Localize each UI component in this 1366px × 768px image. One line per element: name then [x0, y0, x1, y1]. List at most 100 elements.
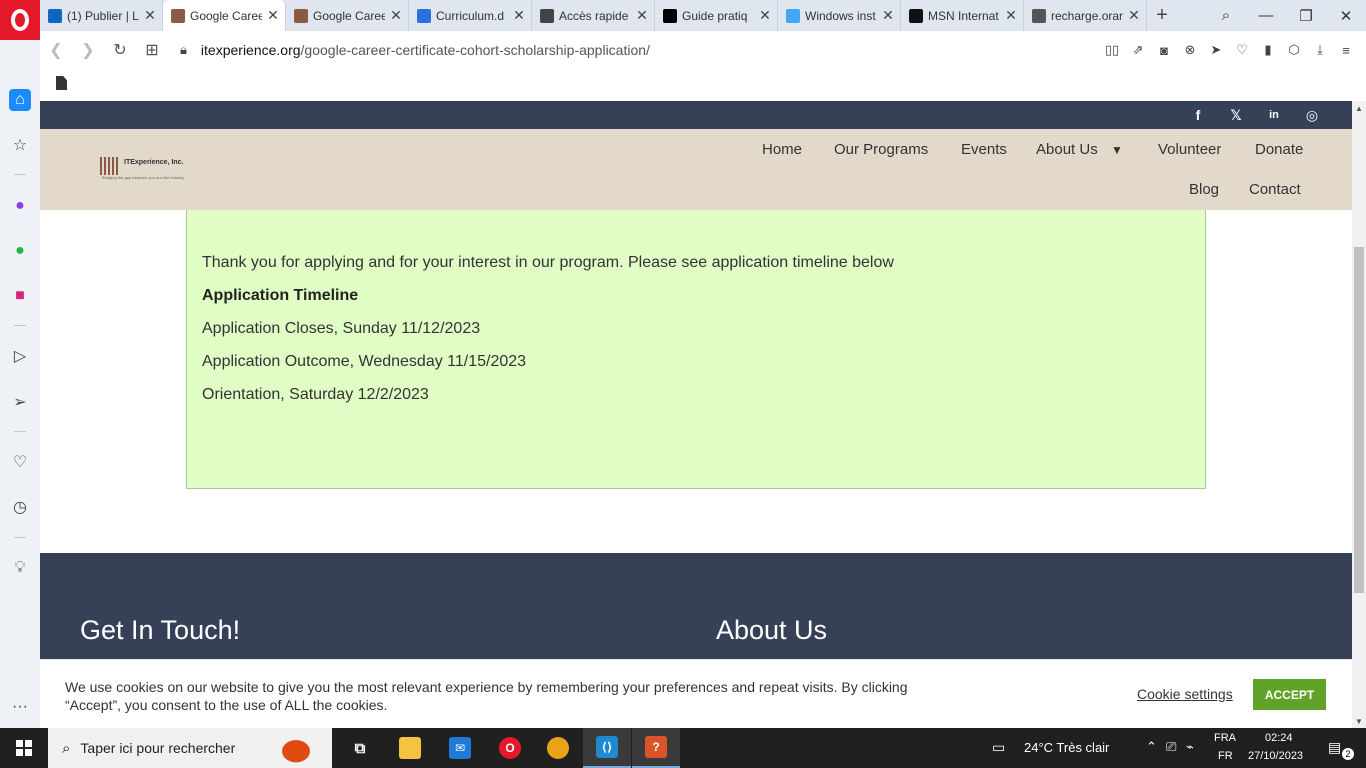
share-icon[interactable]: ⇗ — [1128, 40, 1148, 60]
close-tab-icon[interactable]: ✕ — [390, 7, 402, 24]
extensions-icon[interactable]: ⬡ — [1284, 40, 1304, 60]
scroll-down-arrow[interactable]: ▼ — [1352, 714, 1366, 728]
home-icon[interactable]: ⌂ — [9, 89, 31, 111]
forward-button[interactable]: ❯ — [72, 34, 104, 66]
nav-volunteer[interactable]: Volunteer — [1158, 141, 1221, 158]
task-view-button[interactable]: ⧉ — [336, 728, 384, 768]
notifications-icon[interactable]: ▤ — [1328, 739, 1341, 756]
page-scrollbar[interactable]: ▲ ▼ — [1352, 101, 1366, 728]
scroll-up-arrow[interactable]: ▲ — [1352, 101, 1366, 115]
nav-our-programs[interactable]: Our Programs — [834, 141, 928, 158]
instagram-icon[interactable]: ◎ — [1302, 105, 1322, 125]
sidebar-divider — [14, 537, 26, 538]
more-options-icon[interactable]: ··· — [9, 696, 31, 718]
close-tab-icon[interactable]: ✕ — [513, 7, 525, 24]
language-code[interactable]: FRA — [1214, 732, 1236, 744]
opera-taskbar-button[interactable]: O — [486, 728, 534, 768]
scroll-thumb[interactable] — [1354, 247, 1364, 593]
network-icon[interactable]: ⌁ — [1186, 739, 1194, 755]
close-tab-icon[interactable]: ✕ — [636, 7, 648, 24]
search-tabs-icon[interactable]: ⌕ — [1206, 0, 1246, 31]
messenger-icon[interactable]: ● — [9, 195, 31, 217]
easy-setup-icon[interactable]: ≡ — [1336, 40, 1356, 60]
close-window-button[interactable]: ✕ — [1326, 0, 1366, 31]
close-tab-icon[interactable]: ✕ — [1128, 7, 1140, 24]
clock-time[interactable]: 02:24 — [1265, 732, 1293, 744]
close-tab-icon[interactable]: ✕ — [882, 7, 894, 24]
keyboard-layout[interactable]: FR — [1218, 750, 1233, 762]
close-tab-icon[interactable]: ✕ — [759, 7, 771, 24]
msn-icon — [909, 8, 923, 23]
task-view-icon: ⧉ — [354, 739, 366, 757]
minimize-button[interactable]: — — [1246, 0, 1286, 31]
x-twitter-icon[interactable]: 𝕏 — [1226, 105, 1246, 125]
opera-gx-button[interactable] — [534, 728, 582, 768]
mail-button[interactable]: ✉ — [436, 728, 484, 768]
itexperience-icon — [171, 8, 185, 23]
timeline-heading: Application Timeline — [202, 287, 359, 304]
browser-tab[interactable]: Windows inst ✕ — [778, 0, 901, 31]
instagram-sidebar-icon[interactable]: ■ — [9, 285, 31, 307]
taskbar-search-placeholder: Taper ici pour rechercher — [80, 740, 236, 756]
new-tab-button[interactable]: + — [1147, 0, 1177, 31]
taskbar-search[interactable]: ⌕ Taper ici pour rechercher — [48, 728, 332, 768]
browser-tab[interactable]: Guide pratiq ✕ — [655, 0, 778, 31]
chevron-down-icon[interactable]: ▼ — [1111, 143, 1123, 157]
browser-tab[interactable]: MSN Internat ✕ — [901, 0, 1024, 31]
browser-tab[interactable]: Curriculum.d ✕ — [409, 0, 532, 31]
player-icon[interactable]: ▷ — [9, 345, 31, 367]
my-flow-icon[interactable]: ➢ — [9, 391, 31, 413]
tray-chevron-up-icon[interactable]: ⌃ — [1146, 739, 1157, 755]
whatsapp-icon[interactable]: ● — [9, 240, 31, 262]
send-icon[interactable]: ➤ — [1206, 40, 1226, 60]
opera-menu-button[interactable] — [0, 0, 40, 40]
clock-date[interactable]: 27/10/2023 — [1248, 750, 1303, 762]
snapshot-icon[interactable]: ◙ — [1154, 40, 1174, 60]
restore-button[interactable]: ❐ — [1286, 0, 1326, 31]
url-host: itexperience.org — [200, 42, 301, 58]
reader-mode-icon[interactable]: ▯▯ — [1102, 40, 1122, 60]
cookie-accept-button[interactable]: ACCEPT — [1253, 679, 1326, 710]
downloads-icon[interactable]: ⤓ — [1310, 40, 1330, 60]
site-logo[interactable]: ITExperience, Inc. Bridging the gap betw… — [100, 151, 210, 187]
lock-icon[interactable]: 🔒︎ — [180, 42, 187, 58]
vscode-button[interactable]: ⟨⟩ — [583, 728, 631, 768]
nav-contact[interactable]: Contact — [1249, 181, 1301, 198]
browser-tab[interactable]: (1) Publier | L ✕ — [40, 0, 163, 31]
vscode-icon: ⟨⟩ — [596, 736, 618, 758]
history-icon[interactable]: ◷ — [9, 496, 31, 518]
file-explorer-button[interactable] — [386, 728, 434, 768]
adblock-icon[interactable]: ⊗ — [1180, 40, 1200, 60]
start-button[interactable] — [0, 728, 48, 768]
weather-text[interactable]: 24°C Très clair — [1024, 740, 1109, 755]
close-tab-icon[interactable]: ✕ — [1005, 7, 1017, 24]
weather-icon[interactable]: ▭ — [992, 739, 1005, 756]
url-field[interactable]: itexperience.org/google-career-certifica… — [201, 42, 650, 58]
browser-tab[interactable]: Accès rapide ✕ — [532, 0, 655, 31]
nav-events[interactable]: Events — [961, 141, 1007, 158]
app-button[interactable]: ? — [632, 728, 680, 768]
tips-lightbulb-icon[interactable]: 💡︎ — [9, 557, 31, 579]
close-tab-icon[interactable]: ✕ — [267, 7, 279, 24]
back-button[interactable]: ❮ — [40, 34, 72, 66]
nav-home[interactable]: Home — [762, 141, 802, 158]
browser-tab[interactable]: Google Caree ✕ — [163, 0, 286, 31]
close-tab-icon[interactable]: ✕ — [144, 7, 156, 24]
bookmark-heart-icon[interactable]: ♡ — [1232, 40, 1252, 60]
linkedin-icon[interactable]: in — [1264, 105, 1284, 125]
meet-now-icon[interactable]: ⎚ — [1166, 739, 1176, 755]
nav-about-us[interactable]: About Us — [1036, 141, 1098, 158]
cookie-settings-link[interactable]: Cookie settings — [1137, 686, 1233, 702]
reload-button[interactable]: ↻ — [104, 34, 136, 66]
facebook-icon[interactable]: f — [1188, 105, 1208, 125]
nav-donate[interactable]: Donate — [1255, 141, 1303, 158]
browser-tab[interactable]: Google Caree ✕ — [286, 0, 409, 31]
wallet-icon[interactable]: ▮ — [1258, 40, 1278, 60]
bookmarks-heart-icon[interactable]: ♡ — [9, 451, 31, 473]
speed-dial-icon[interactable]: ⊞ — [136, 34, 168, 66]
browser-tab[interactable]: recharge.oran ✕ — [1024, 0, 1147, 31]
nav-blog[interactable]: Blog — [1189, 181, 1219, 198]
pinboard-icon[interactable]: ☆ — [9, 134, 31, 156]
address-bar-tools: ▯▯ ⇗ ◙ ⊗ ➤ ♡ ▮ ⬡ ⤓ ≡ — [1102, 31, 1356, 69]
document-icon[interactable] — [56, 76, 67, 90]
